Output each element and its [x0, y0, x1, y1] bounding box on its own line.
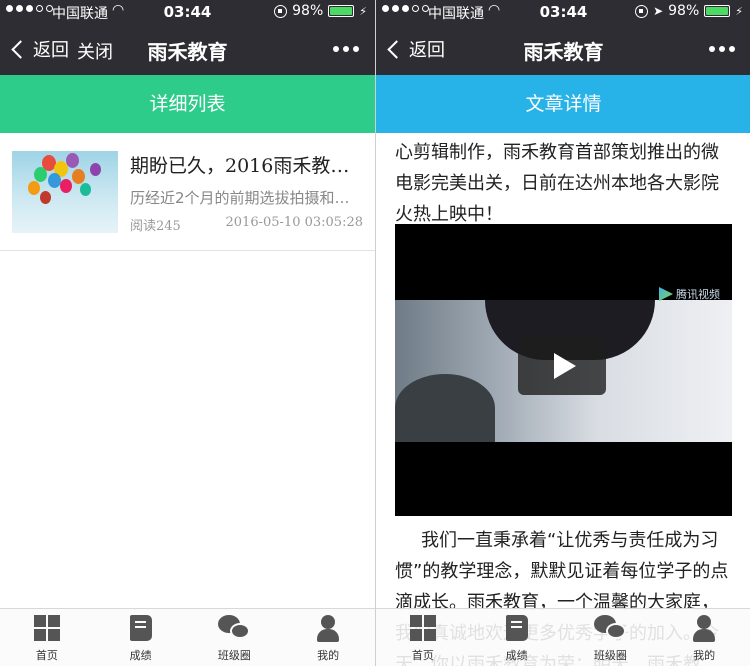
tab-bar: 首页 成绩 班级圈 我的 [0, 608, 375, 666]
list-item[interactable]: 期盼已久，2016雨禾教育微电影 历经近2个月的前期选拔拍摄和后期制作 阅读24… [0, 133, 375, 251]
tab-label: 我的 [317, 649, 340, 662]
tab-grades[interactable]: 成绩 [94, 609, 188, 666]
tab-bar: 首页 成绩 班级圈 我的 [376, 608, 750, 666]
close-button[interactable]: 关闭 [77, 38, 113, 64]
location-arrow-icon: ➤ [653, 4, 664, 18]
header: 中国联通 ◠ 03:44 ➤ 98% ⚡ 返回 雨禾教育 [376, 0, 750, 75]
left-screen: 中国联通 ◠ 03:44 98% ⚡ 返回 关闭 雨禾教育 详细列表 期盼已久，… [0, 0, 375, 666]
more-button[interactable] [333, 46, 359, 52]
tencent-video-logo: 腾讯视频 [659, 286, 720, 302]
rotation-lock-icon [274, 4, 288, 18]
nav-bar: 返回 雨禾教育 [376, 26, 750, 75]
wechat-icon [218, 615, 251, 641]
battery-icon [328, 5, 355, 17]
item-read-count: 阅读245 [130, 219, 181, 234]
battery-icon [704, 5, 731, 17]
tab-class-circle[interactable]: 班级圈 [188, 609, 282, 666]
tab-label: 成绩 [129, 649, 152, 662]
play-button[interactable] [518, 337, 606, 395]
article-body: 心剪辑制作，雨禾教育首部策划推出的微电影完美出关，日前在达州本地各大影院火热上映… [376, 133, 750, 666]
book-icon [505, 615, 528, 641]
battery-percent: 98% [292, 3, 324, 19]
tab-mine[interactable]: 我的 [281, 609, 375, 666]
tab-label: 班级圈 [217, 649, 251, 662]
rotation-lock-icon [635, 4, 649, 18]
user-icon [317, 615, 340, 643]
charging-icon: ⚡ [359, 4, 367, 18]
back-button[interactable]: 返回 [386, 36, 445, 62]
charging-icon: ⚡ [735, 4, 743, 18]
header: 中国联通 ◠ 03:44 98% ⚡ 返回 关闭 雨禾教育 [0, 0, 375, 75]
tab-label: 班级圈 [593, 649, 627, 662]
wechat-icon [594, 615, 627, 641]
nav-bar: 返回 关闭 雨禾教育 [0, 26, 375, 75]
back-button[interactable]: 返回 [10, 36, 69, 62]
tab-home[interactable]: 首页 [0, 609, 94, 666]
section-header: 文章详情 [376, 75, 750, 133]
tab-grades[interactable]: 成绩 [470, 609, 564, 666]
battery-percent: 98% [668, 3, 700, 19]
windows-icon [33, 615, 60, 641]
back-label: 返回 [33, 40, 69, 61]
tab-home[interactable]: 首页 [376, 609, 470, 666]
tab-mine[interactable]: 我的 [657, 609, 750, 666]
tab-label: 成绩 [505, 649, 528, 662]
article-paragraph: 心剪辑制作，雨禾教育首部策划推出的微电影完美出关，日前在达州本地各大影院火热上映… [395, 142, 719, 225]
article-list: 期盼已久，2016雨禾教育微电影 历经近2个月的前期选拔拍摄和后期制作 阅读24… [0, 133, 375, 346]
chevron-left-icon [11, 39, 30, 59]
chevron-left-icon [387, 39, 406, 59]
status-bar: 中国联通 ◠ 03:44 ➤ 98% ⚡ [376, 0, 750, 26]
windows-icon [409, 615, 436, 641]
back-label: 返回 [409, 40, 445, 61]
item-title: 期盼已久，2016雨禾教育微电影 [130, 155, 368, 177]
status-bar: 中国联通 ◠ 03:44 98% ⚡ [0, 0, 375, 26]
right-screen: 中国联通 ◠ 03:44 ➤ 98% ⚡ 返回 雨禾教育 文章详情 心剪辑制作，… [376, 0, 750, 666]
more-button[interactable] [709, 46, 735, 52]
tab-label: 首页 [35, 649, 58, 662]
empty-area [0, 346, 375, 608]
tab-label: 我的 [693, 649, 716, 662]
tab-label: 首页 [411, 649, 434, 662]
tab-class-circle[interactable]: 班级圈 [564, 609, 658, 666]
item-description: 历经近2个月的前期选拔拍摄和后期制作 [130, 189, 362, 207]
book-icon [129, 615, 152, 641]
user-icon [693, 615, 716, 643]
item-date: 2016-05-10 03:05:28 [225, 215, 363, 230]
balloons-thumbnail [12, 151, 118, 233]
section-header: 详细列表 [0, 75, 375, 133]
video-player[interactable]: 腾讯视频 [395, 224, 732, 516]
